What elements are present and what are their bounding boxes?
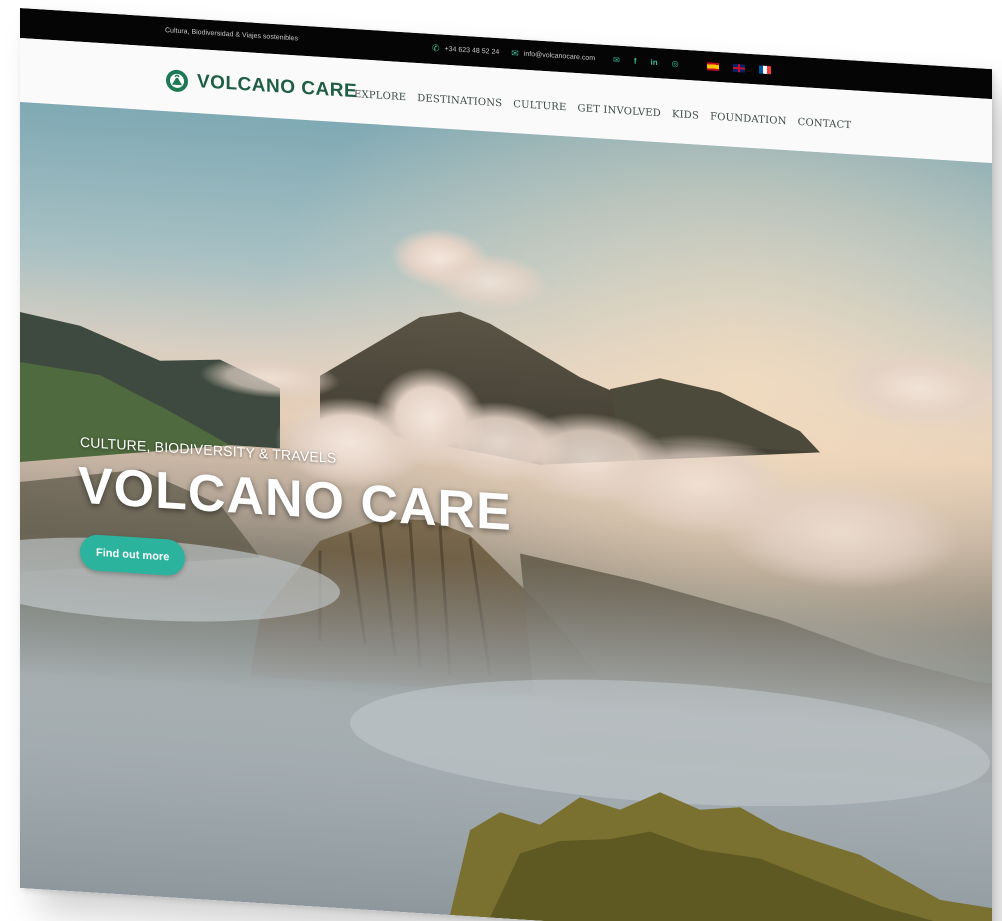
nav-contact[interactable]: CONTACT bbox=[798, 117, 852, 131]
volcano-logo-icon bbox=[166, 69, 188, 93]
main-nav: EXPLORE DESTINATIONS CULTURE GET INVOLVE… bbox=[354, 89, 851, 131]
phone-link[interactable]: ✆ +34 623 48 52 24 bbox=[432, 43, 499, 58]
website-screen: Cultura, Biodiversidad & Viajes sostenib… bbox=[20, 8, 992, 921]
phone-icon: ✆ bbox=[432, 42, 440, 54]
hero-section: CULTURE, BIODIVERSITY & TRAVELS VOLCANO … bbox=[20, 102, 992, 921]
mail-icon[interactable]: ✉ bbox=[613, 55, 620, 64]
instagram-icon[interactable]: ◎ bbox=[672, 59, 679, 68]
nav-get-involved[interactable]: GET INVOLVED bbox=[578, 103, 661, 119]
logo[interactable]: VOLCANO CARE bbox=[166, 69, 357, 103]
social-links: ✉ f in ◎ bbox=[613, 55, 678, 68]
phone-number: +34 623 48 52 24 bbox=[444, 45, 500, 57]
nav-culture[interactable]: CULTURE bbox=[513, 99, 566, 113]
facebook-icon[interactable]: f bbox=[634, 57, 637, 66]
nav-destinations[interactable]: DESTINATIONS bbox=[417, 93, 502, 109]
uk-flag-icon[interactable] bbox=[732, 63, 745, 73]
nav-kids[interactable]: KIDS bbox=[672, 109, 699, 122]
es-flag-icon[interactable] bbox=[706, 61, 719, 71]
envelope-icon: ✉ bbox=[511, 47, 519, 59]
nav-foundation[interactable]: FOUNDATION bbox=[710, 111, 787, 127]
language-switcher bbox=[706, 61, 771, 74]
find-out-more-button[interactable]: Find out more bbox=[80, 533, 186, 577]
email-link[interactable]: ✉ info@volcanocare.com bbox=[511, 48, 595, 64]
logo-text: VOLCANO CARE bbox=[197, 71, 358, 103]
fr-flag-icon[interactable] bbox=[758, 64, 771, 74]
email-address: info@volcanocare.com bbox=[523, 50, 596, 63]
nav-explore[interactable]: EXPLORE bbox=[354, 89, 406, 103]
tagline: Cultura, Biodiversidad & Viajes sostenib… bbox=[165, 27, 298, 43]
linkedin-icon[interactable]: in bbox=[650, 58, 657, 67]
stage: Cultura, Biodiversidad & Viajes sostenib… bbox=[0, 0, 1002, 921]
